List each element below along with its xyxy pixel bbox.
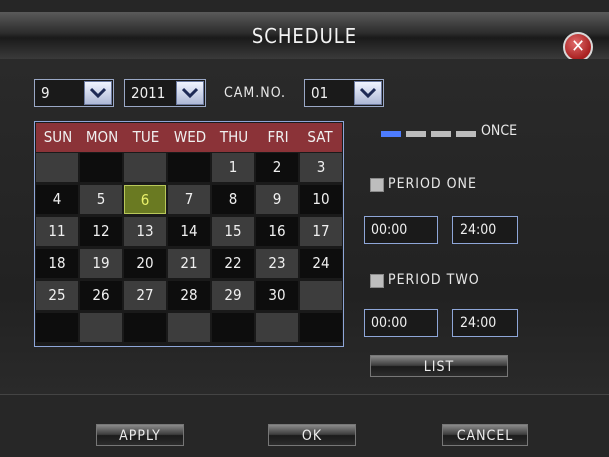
close-icon: ✕ [571,36,585,57]
calendar-empty-cell [168,153,210,182]
calendar-day[interactable]: 26 [80,281,122,310]
calendar-empty-cell [168,313,210,342]
weekday-tue: TUE [132,128,160,146]
legend-bar [456,131,476,137]
calendar-empty-cell [256,313,298,342]
month-value: 9 [41,84,50,102]
calendar-day[interactable]: 29 [212,281,254,310]
cam-number-label: CAM.NO. [224,85,287,101]
calendar-day[interactable]: 24 [300,249,342,278]
period-two-checkbox[interactable] [370,274,384,288]
calendar-empty-cell [80,153,122,182]
chevron-down-icon[interactable] [84,81,112,105]
calendar-empty-cell [212,313,254,342]
period-two-end-input[interactable]: 24:00 [452,309,518,337]
calendar-day[interactable]: 18 [36,249,78,278]
period-one-label: PERIOD ONE [388,176,477,192]
camera-value: 01 [311,84,329,102]
schedule-dialog: SCHEDULE ✕ 9 2011 CAM.NO. 01 SUN MON TUE… [0,0,609,457]
calendar-day[interactable]: 19 [80,249,122,278]
period-one-checkbox[interactable] [370,178,384,192]
weekday-sat: SAT [307,128,333,146]
legend-bar [431,131,451,137]
dialog-footer: APPLY OK CANCEL [0,395,609,457]
calendar-day[interactable]: 3 [300,153,342,182]
period-two-start-input[interactable]: 00:00 [364,309,438,337]
calendar-day[interactable]: 25 [36,281,78,310]
calendar-day[interactable]: 5 [80,185,122,214]
apply-button[interactable]: APPLY [96,424,184,446]
dialog-title: SCHEDULE [251,24,358,48]
calendar-day[interactable]: 30 [256,281,298,310]
calendar-day[interactable]: 13 [124,217,166,246]
weekday-fri: FRI [267,128,289,146]
calendar-day[interactable]: 12 [80,217,122,246]
weekday-sun: SUN [43,128,73,146]
calendar-day[interactable]: 16 [256,217,298,246]
chevron-down-icon[interactable] [176,81,204,105]
calendar-day[interactable]: 27 [124,281,166,310]
calendar-day[interactable]: 1 [212,153,254,182]
calendar-empty-cell [124,153,166,182]
calendar-day[interactable]: 21 [168,249,210,278]
calendar-day[interactable]: 10 [300,185,342,214]
legend-bar [406,131,426,137]
cancel-button[interactable]: CANCEL [442,424,528,446]
month-select[interactable]: 9 [34,79,114,107]
calendar-empty-cell [300,281,342,310]
calendar-empty-cell [80,313,122,342]
period-one-start-input[interactable]: 00:00 [364,216,438,244]
list-button[interactable]: LIST [370,355,508,377]
weekday-thu: THU [219,128,249,146]
calendar-day[interactable]: 28 [168,281,210,310]
calendar-day[interactable]: 7 [168,185,210,214]
calendar-day[interactable]: 22 [212,249,254,278]
calendar-day[interactable]: 15 [212,217,254,246]
title-bar: SCHEDULE ✕ [0,12,609,62]
calendar-empty-cell [36,313,78,342]
calendar-day[interactable]: 17 [300,217,342,246]
calendar-empty-cell [36,153,78,182]
calendar-day[interactable]: 4 [36,185,78,214]
weekday-header: SUN MON TUE WED THU FRI SAT [36,123,342,152]
period-two-label: PERIOD TWO [388,272,480,288]
weekday-wed: WED [173,128,207,146]
calendar-day[interactable]: 23 [256,249,298,278]
calendar-grid: SUN MON TUE WED THU FRI SAT 1 2 3 4 5 6 7 8 9 10 1… [34,121,344,347]
year-value: 2011 [131,84,166,102]
calendar-day[interactable]: 20 [124,249,166,278]
calendar-day[interactable]: 9 [256,185,298,214]
year-select[interactable]: 2011 [124,79,206,107]
calendar-day[interactable]: 11 [36,217,78,246]
period-one-end-input[interactable]: 24:00 [452,216,518,244]
calendar-empty-cell [300,313,342,342]
calendar-day[interactable]: 8 [212,185,254,214]
legend-active-bar [381,131,401,137]
legend-once-label: ONCE [481,123,518,139]
calendar-day[interactable]: 6 [124,185,166,214]
chevron-down-icon[interactable] [354,81,382,105]
calendar-empty-cell [124,313,166,342]
close-button[interactable]: ✕ [563,32,593,62]
weekday-mon: MON [85,128,119,146]
camera-select[interactable]: 01 [304,79,384,107]
calendar-day[interactable]: 14 [168,217,210,246]
calendar-day[interactable]: 2 [256,153,298,182]
ok-button[interactable]: OK [268,424,356,446]
